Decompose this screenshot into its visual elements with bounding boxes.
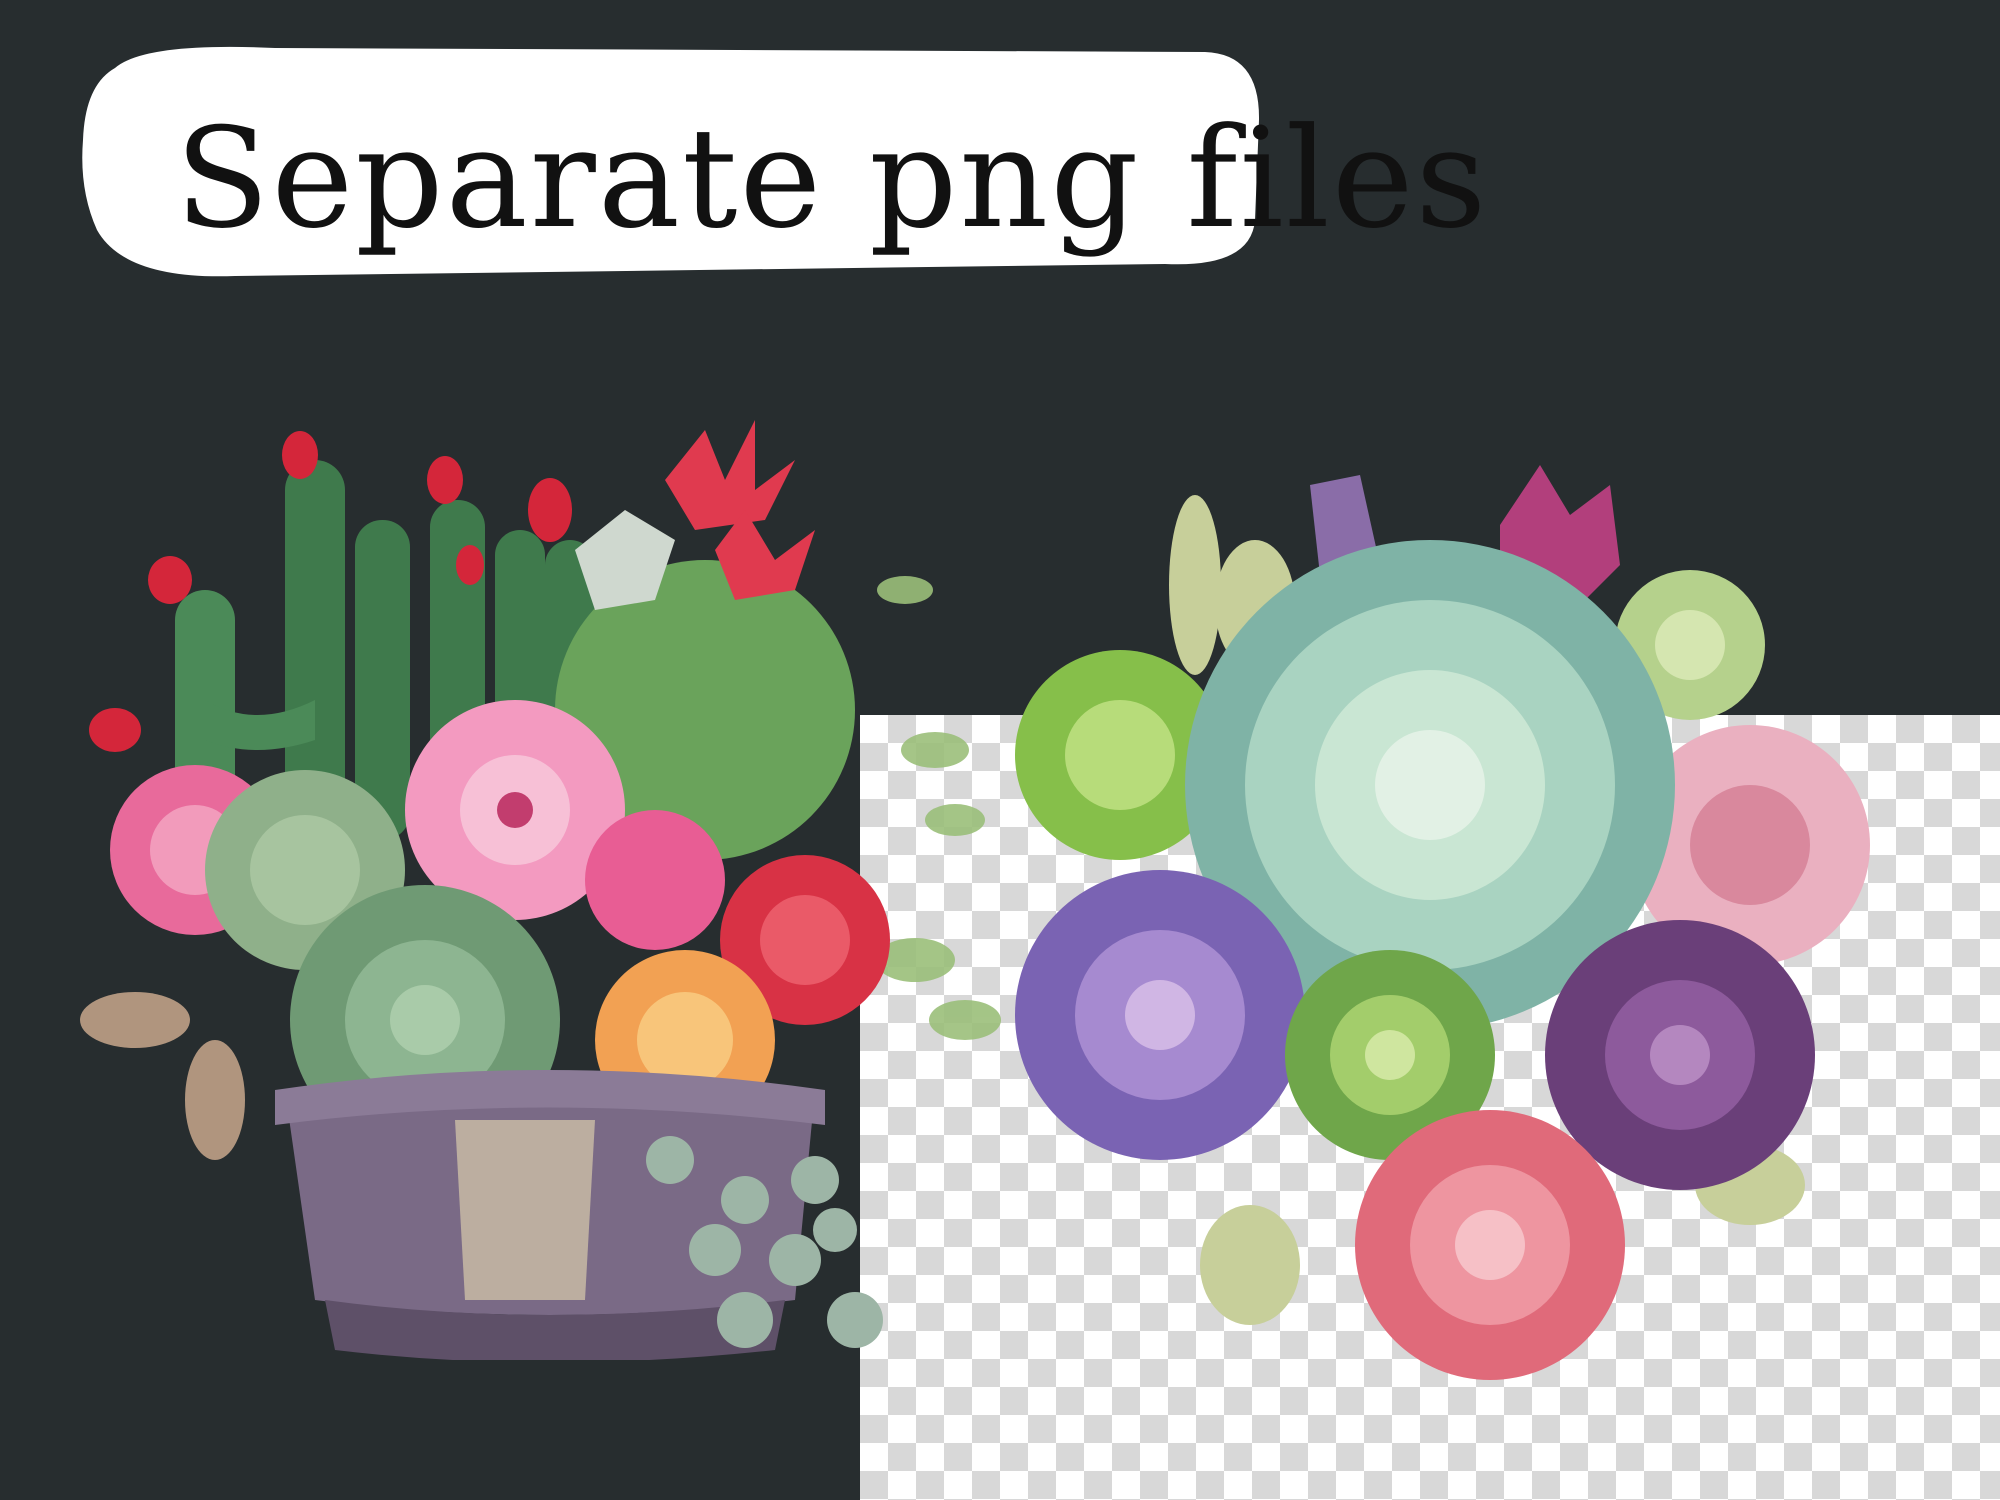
title-banner: Separate png files <box>75 40 1489 278</box>
potted-succulent-illustration <box>80 420 1001 1360</box>
canvas: Separate png files <box>0 0 2000 1500</box>
succulent-bouquet-illustration <box>1015 465 1870 1380</box>
banner-title: Separate png files <box>175 98 1489 259</box>
